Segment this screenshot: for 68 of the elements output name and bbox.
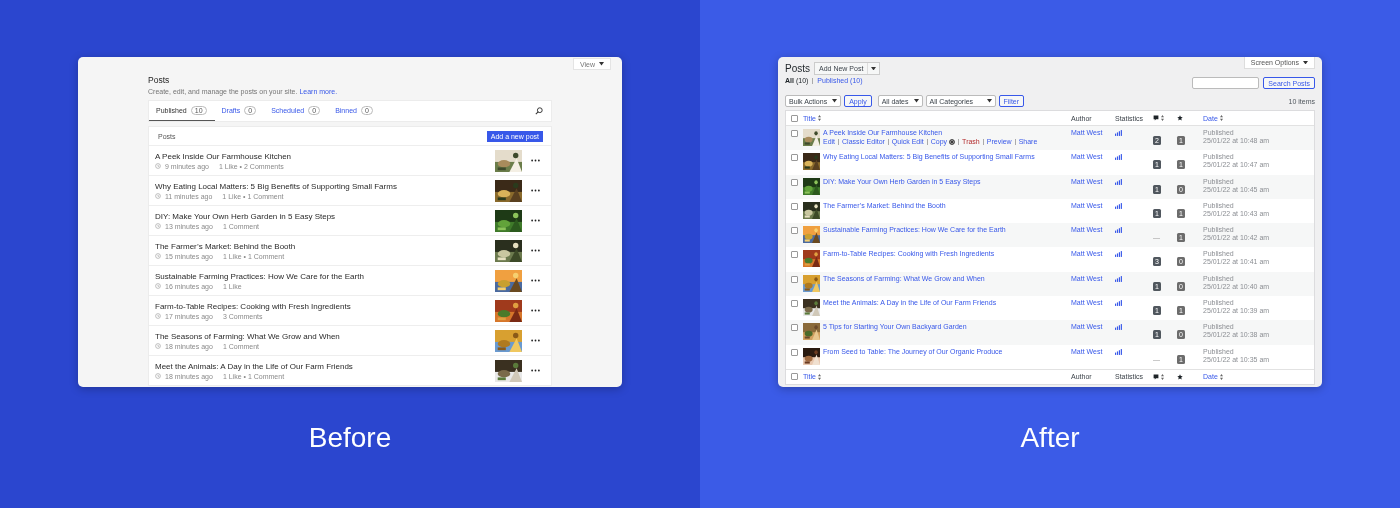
clock-icon	[155, 253, 161, 259]
more-icon[interactable]	[531, 159, 540, 162]
page-title: Posts	[785, 63, 810, 74]
before-caption: Before	[308, 422, 392, 454]
stats-bars-icon[interactable]	[1115, 130, 1122, 136]
sort-icon	[817, 373, 821, 380]
stats-bars-icon[interactable]	[1115, 178, 1122, 185]
sort-icon	[1161, 115, 1164, 121]
post-title[interactable]: Sustainable Farming Practices: How We Care for the Earth	[155, 271, 495, 281]
stats-bars-icon[interactable]	[1115, 324, 1122, 331]
checkbox[interactable]	[791, 227, 798, 235]
sort-icon	[1161, 373, 1164, 380]
more-icon[interactable]	[531, 219, 540, 222]
clock-icon	[155, 163, 161, 169]
checkbox[interactable]	[791, 130, 798, 137]
post-title[interactable]: DIY: Make Your Own Herb Garden in 5 Easy Steps	[155, 211, 495, 221]
checkbox[interactable]	[791, 275, 798, 283]
post-title[interactable]: The Farmer’s Market: Behind the Booth	[155, 241, 495, 251]
checkbox[interactable]	[791, 373, 798, 381]
more-icon[interactable]	[531, 369, 540, 372]
after-caption: After	[1020, 422, 1080, 454]
clock-icon	[155, 223, 161, 229]
more-icon[interactable]	[531, 279, 540, 282]
more-icon[interactable]	[531, 189, 540, 192]
more-icon[interactable]	[531, 339, 540, 342]
checkbox[interactable]	[791, 154, 798, 162]
sort-icon	[1219, 115, 1223, 121]
checkbox[interactable]	[791, 348, 798, 356]
caret-icon	[913, 99, 919, 103]
caret-icon	[871, 66, 877, 71]
caret-icon	[1303, 60, 1308, 65]
clock-icon	[155, 193, 161, 199]
post-title[interactable]: Meet the Animals: A Day in the Life of Our Farm Friends	[155, 361, 495, 371]
post-title[interactable]: The Seasons of Farming: What We Grow and When	[155, 331, 495, 341]
post-title[interactable]: Farm-to-Table Recipes: Cooking with Fresh Ingredients	[155, 301, 495, 311]
comment-icon	[1153, 373, 1159, 380]
more-icon[interactable]	[531, 309, 540, 312]
post-title[interactable]: A Peek Inside Our Farmhouse Kitchen	[155, 151, 495, 161]
checkbox[interactable]	[791, 251, 798, 259]
clock-icon	[155, 373, 161, 379]
caret-icon	[599, 62, 604, 66]
post-title[interactable]: Why Eating Local Matters: 5 Big Benefits of Supporting Small Farms	[155, 181, 495, 191]
sort-icon	[817, 115, 821, 121]
checkbox[interactable]	[791, 202, 798, 210]
checkbox[interactable]	[791, 178, 798, 186]
caret-icon	[986, 99, 992, 103]
comment-icon	[1153, 115, 1159, 121]
stats-bars-icon[interactable]	[1115, 202, 1122, 209]
search-field[interactable]	[1192, 77, 1260, 89]
star-icon	[1177, 373, 1183, 380]
checkbox[interactable]	[791, 114, 798, 122]
checkbox[interactable]	[791, 300, 798, 308]
stats-bars-icon[interactable]	[1115, 348, 1122, 355]
stats-bars-icon[interactable]	[1115, 300, 1122, 307]
caret-icon	[832, 99, 838, 103]
clock-icon	[155, 313, 161, 319]
stats-bars-icon[interactable]	[1115, 227, 1122, 234]
stats-bars-icon[interactable]	[1115, 275, 1122, 282]
stats-bars-icon[interactable]	[1115, 154, 1122, 161]
star-icon	[1177, 115, 1183, 121]
page-title: Posts	[148, 75, 171, 85]
sort-icon	[1219, 373, 1223, 380]
search-icon[interactable]	[535, 107, 543, 115]
checkbox[interactable]	[791, 324, 798, 332]
stats-bars-icon[interactable]	[1115, 251, 1122, 258]
clock-icon	[155, 283, 161, 289]
clock-icon	[155, 343, 161, 349]
more-icon[interactable]	[531, 249, 540, 252]
